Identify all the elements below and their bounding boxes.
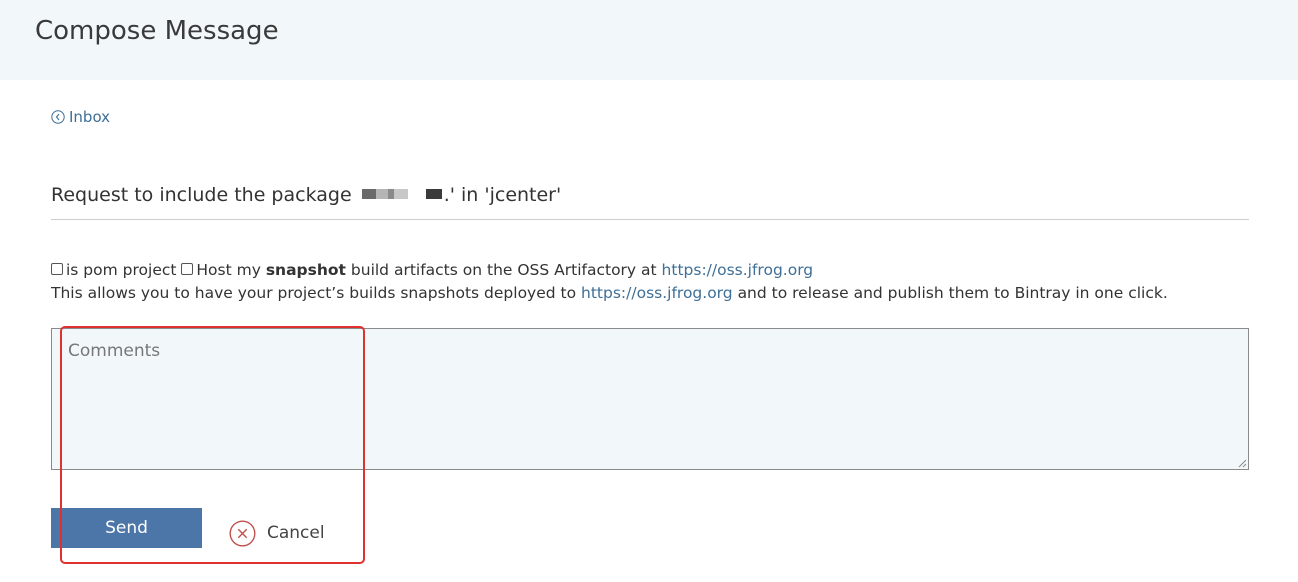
project-options: is pom project Host my snapshot build ar… bbox=[51, 259, 1168, 305]
x-circle-icon bbox=[229, 519, 256, 547]
options-line-2: This allows you to have your project’s b… bbox=[51, 282, 1168, 305]
subject-prefix: Request to include the package bbox=[51, 184, 352, 206]
subject-suffix: .' in 'jcenter' bbox=[443, 184, 562, 206]
comments-textarea[interactable] bbox=[51, 328, 1249, 470]
pom-project-checkbox[interactable] bbox=[51, 263, 63, 275]
send-button[interactable]: Send bbox=[51, 508, 202, 548]
info-post-text: and to release and publish them to Bintr… bbox=[737, 284, 1168, 302]
redacted-package-name bbox=[361, 189, 442, 199]
pom-project-label: is pom project bbox=[66, 261, 177, 279]
message-subject: Request to include the package .' in 'jc… bbox=[51, 180, 1249, 220]
snapshot-bold-label: snapshot bbox=[265, 261, 346, 279]
snapshot-post-label: build artifacts on the OSS Artifactory a… bbox=[350, 261, 657, 279]
back-link-label: Inbox bbox=[69, 108, 111, 126]
back-to-inbox-link[interactable]: Inbox bbox=[51, 107, 110, 127]
cancel-label: Cancel bbox=[267, 523, 325, 543]
snapshot-pre-label: Host my bbox=[196, 261, 261, 279]
page-header: Compose Message bbox=[0, 0, 1298, 80]
cancel-button[interactable]: Cancel bbox=[229, 519, 325, 547]
oss-jfrog-link-1[interactable]: https://oss.jfrog.org bbox=[662, 261, 814, 279]
options-line-1: is pom project Host my snapshot build ar… bbox=[51, 259, 1168, 282]
page-title: Compose Message bbox=[35, 16, 279, 46]
resize-grip-icon[interactable] bbox=[1237, 458, 1247, 468]
host-snapshot-checkbox[interactable] bbox=[181, 263, 194, 275]
chevron-left-circle-icon bbox=[51, 110, 65, 124]
info-pre-text: This allows you to have your project’s b… bbox=[51, 284, 577, 302]
oss-jfrog-link-2[interactable]: https://oss.jfrog.org bbox=[581, 284, 733, 302]
